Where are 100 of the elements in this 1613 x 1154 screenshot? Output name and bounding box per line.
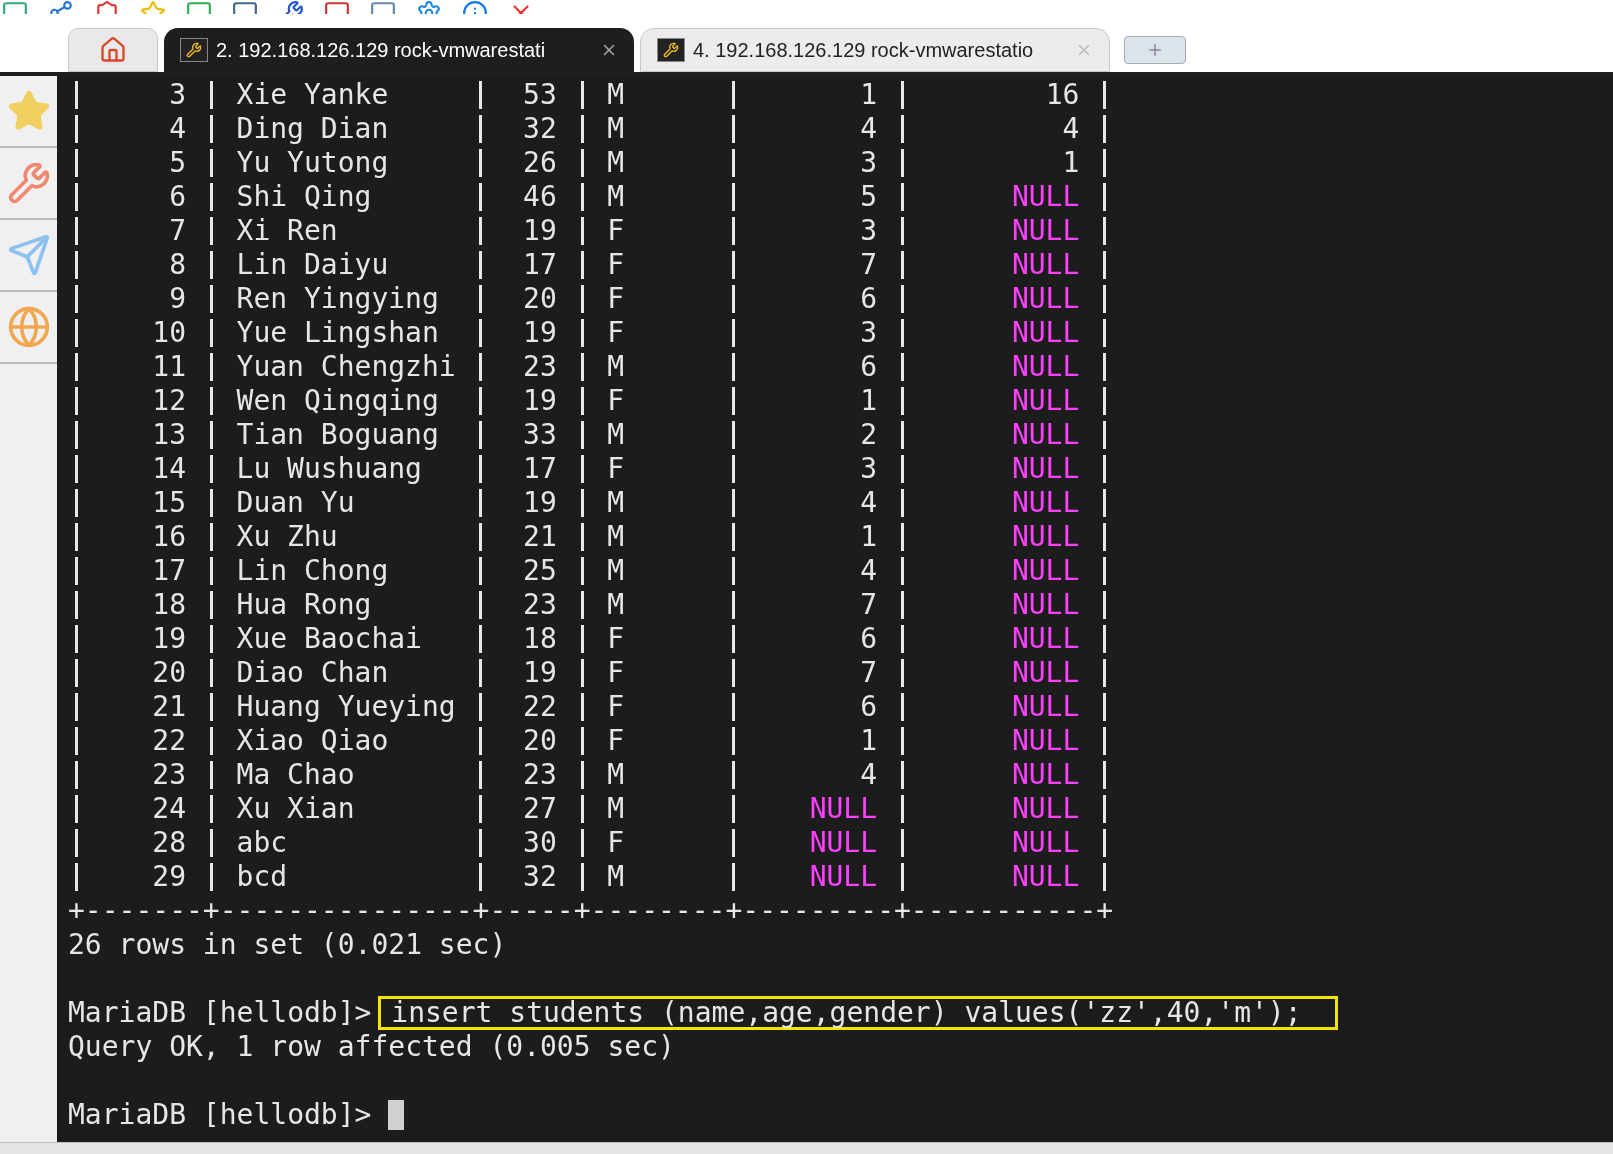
table-cell: 23 <box>523 588 557 622</box>
table-cell: Shi Qing <box>236 180 372 214</box>
table-border-line: +-------+---------------+-----+--------+---------+-----------+ <box>68 894 1114 927</box>
home-tab[interactable] <box>68 28 158 72</box>
table-cell: 19 <box>523 656 557 690</box>
table-cell: 19 <box>523 316 557 350</box>
table-cell: M <box>607 112 625 146</box>
table-cell: 6 <box>169 180 186 214</box>
session-tab[interactable]: 4. 192.168.126.129 rock-vmwarestatio <box>640 28 1110 72</box>
table-cell: 4 <box>169 112 186 146</box>
table-cell: M <box>607 486 625 520</box>
terminal-icon <box>657 38 685 62</box>
table-cell: 5 <box>860 180 878 214</box>
table-cell: Xiao Qiao <box>236 724 389 758</box>
home-icon <box>99 36 127 64</box>
table-cell: 7 <box>860 248 878 282</box>
table-cell: Xie Yanke <box>236 78 389 112</box>
table-cell: 13 <box>152 418 186 452</box>
horizontal-scrollbar[interactable] <box>0 1142 1613 1154</box>
table-cell: Lin Chong <box>236 554 389 588</box>
table-cell: Huang Yueying <box>236 690 456 724</box>
table-cell: M <box>607 554 625 588</box>
table-cell: Diao Chan <box>236 656 389 690</box>
table-cell: 23 <box>523 758 557 792</box>
table-cell: 16 <box>1045 78 1080 112</box>
table-cell: M <box>607 180 625 214</box>
table-cell: Hua Rong <box>236 588 372 622</box>
table-cell: 1 <box>860 78 878 112</box>
table-cell: 6 <box>860 690 878 724</box>
table-cell: M <box>607 146 625 180</box>
table-cell: 15 <box>152 486 186 520</box>
table-cell: 30 <box>523 826 557 860</box>
table-cell: NULL <box>1011 656 1080 690</box>
table-cell: 32 <box>523 112 557 146</box>
table-cell: M <box>607 588 625 622</box>
table-cell: 23 <box>523 350 557 384</box>
table-cell: 6 <box>860 282 878 316</box>
table-cell: NULL <box>1011 554 1080 588</box>
table-cell: Tian Boguang <box>236 418 439 452</box>
table-cell: NULL <box>1011 860 1080 894</box>
table-cell: 20 <box>152 656 186 690</box>
table-cell: 7 <box>169 214 186 248</box>
table-cell: 16 <box>152 520 186 554</box>
table-cell: 9 <box>169 282 186 316</box>
table-cell: 1 <box>1062 146 1080 180</box>
table-cell: M <box>607 520 625 554</box>
table-cell: Duan Yu <box>236 486 355 520</box>
table-cell: 11 <box>152 350 186 384</box>
table-cell: 5 <box>169 146 186 180</box>
table-cell: 3 <box>169 78 186 112</box>
table-cell: 21 <box>523 520 557 554</box>
table-cell: 6 <box>860 622 878 656</box>
table-cell: F <box>607 622 625 656</box>
table-cell: NULL <box>809 860 878 894</box>
table-cell: abc <box>236 826 288 860</box>
table-cell: NULL <box>1011 724 1080 758</box>
table-cell: F <box>607 826 625 860</box>
table-cell: 18 <box>523 622 557 656</box>
table-cell: 19 <box>523 384 557 418</box>
table-cell: F <box>607 656 625 690</box>
table-cell: 3 <box>860 316 878 350</box>
table-cell: Ma Chao <box>236 758 355 792</box>
table-cell: NULL <box>809 826 878 860</box>
new-tab-button[interactable] <box>1124 36 1186 64</box>
table-cell: 4 <box>860 554 878 588</box>
table-cell: 4 <box>1062 112 1080 146</box>
result-summary: 26 rows in set (0.021 sec) <box>68 928 507 961</box>
table-cell: 17 <box>523 248 557 282</box>
table-cell: F <box>607 214 625 248</box>
table-cell: Xu Zhu <box>236 520 338 554</box>
table-cell: M <box>607 350 625 384</box>
table-cell: NULL <box>1011 316 1080 350</box>
table-cell: M <box>607 792 625 826</box>
table-cell: 19 <box>523 486 557 520</box>
session-tab[interactable]: 2. 192.168.126.129 rock-vmwarestati <box>164 28 634 72</box>
table-cell: 3 <box>860 214 878 248</box>
table-cell: 23 <box>152 758 186 792</box>
table-cell: F <box>607 724 625 758</box>
table-cell: 14 <box>152 452 186 486</box>
table-cell: 7 <box>860 656 878 690</box>
table-cell: bcd <box>236 860 288 894</box>
table-cell: F <box>607 248 625 282</box>
table-cell: 6 <box>860 350 878 384</box>
table-cell: 7 <box>860 588 878 622</box>
table-cell: F <box>607 316 625 350</box>
table-cell: NULL <box>1011 758 1080 792</box>
table-cell: NULL <box>1011 792 1080 826</box>
table-cell: NULL <box>1011 180 1080 214</box>
table-cell: NULL <box>1011 826 1080 860</box>
table-cell: Yu Yutong <box>236 146 389 180</box>
table-cell: M <box>607 418 625 452</box>
table-cell: Xue Baochai <box>236 622 422 656</box>
table-cell: F <box>607 452 625 486</box>
table-cell: Yue Lingshan <box>236 316 439 350</box>
table-cell: NULL <box>1011 588 1080 622</box>
table-cell: 25 <box>523 554 557 588</box>
table-cell: Ren Yingying <box>236 282 439 316</box>
table-cell: 53 <box>523 78 557 112</box>
command-text: insert students (name,age,gender) values('zz',40,'m'); <box>378 996 1339 1030</box>
plus-icon <box>1146 41 1164 59</box>
